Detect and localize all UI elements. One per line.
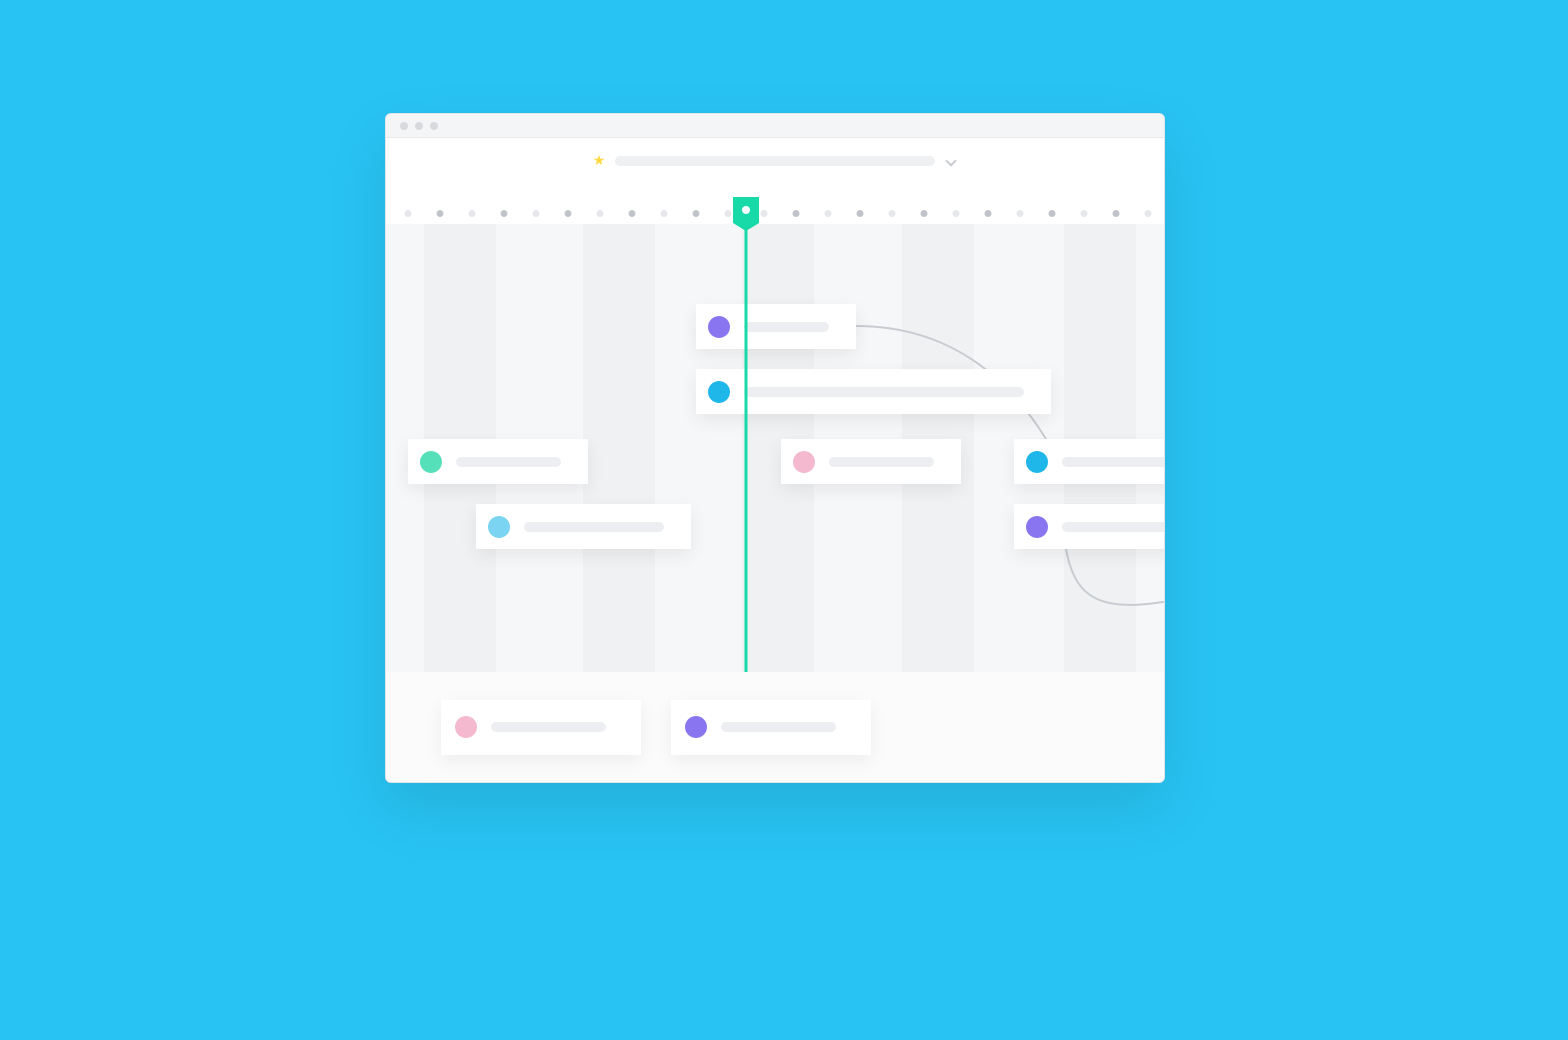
star-icon[interactable]: ★ xyxy=(593,153,606,167)
timeline-dot[interactable] xyxy=(693,210,700,217)
footer-tray xyxy=(386,672,1164,782)
window-close-dot[interactable] xyxy=(400,122,408,130)
timeline-dot[interactable] xyxy=(1049,210,1056,217)
chevron-down-icon[interactable] xyxy=(945,155,957,167)
card-title-placeholder xyxy=(524,522,664,532)
timeline-dot[interactable] xyxy=(533,210,540,217)
avatar xyxy=(455,716,477,738)
avatar xyxy=(420,451,442,473)
timeline-dot[interactable] xyxy=(1113,210,1120,217)
timeline-dot[interactable] xyxy=(565,210,572,217)
timeline-dot[interactable] xyxy=(825,210,832,217)
avatar xyxy=(685,716,707,738)
timeline-dot[interactable] xyxy=(629,210,636,217)
timeline-dot[interactable] xyxy=(1145,210,1152,217)
timeline-card[interactable] xyxy=(408,439,588,484)
timeline-dot[interactable] xyxy=(597,210,604,217)
current-time-marker[interactable] xyxy=(733,197,759,229)
avatar xyxy=(708,381,730,403)
window-chrome xyxy=(386,114,1164,138)
timeline-dot[interactable] xyxy=(793,210,800,217)
timeline-card[interactable] xyxy=(1014,439,1165,484)
card-title-placeholder xyxy=(744,322,829,332)
card-title-placeholder xyxy=(1062,522,1165,532)
browser-window: ★ xyxy=(385,113,1165,783)
timeline-card[interactable] xyxy=(476,504,691,549)
card-title-placeholder xyxy=(829,457,934,467)
timeline-ruler[interactable] xyxy=(386,206,1164,220)
timeline-dot[interactable] xyxy=(953,210,960,217)
card-title-placeholder xyxy=(744,387,1024,397)
window-zoom-dot[interactable] xyxy=(430,122,438,130)
timeline-dot[interactable] xyxy=(661,210,668,217)
avatar xyxy=(793,451,815,473)
avatar xyxy=(488,516,510,538)
avatar xyxy=(708,316,730,338)
avatar xyxy=(1026,516,1048,538)
card-title-placeholder xyxy=(1062,457,1165,467)
current-time-line xyxy=(745,229,748,679)
stage: ★ xyxy=(0,0,1568,1040)
timeline-dot[interactable] xyxy=(469,210,476,217)
timeline-card[interactable] xyxy=(696,369,1051,414)
timeline-dot[interactable] xyxy=(889,210,896,217)
timeline-card[interactable] xyxy=(1014,504,1165,549)
timeline-dot[interactable] xyxy=(437,210,444,217)
timeline-dot[interactable] xyxy=(985,210,992,217)
card-title-placeholder xyxy=(456,457,561,467)
timeline-dot[interactable] xyxy=(501,210,508,217)
timeline-dot[interactable] xyxy=(725,210,732,217)
card-title-placeholder xyxy=(491,722,606,732)
footer-card[interactable] xyxy=(671,700,871,755)
timeline-dot[interactable] xyxy=(405,210,412,217)
timeline-card[interactable] xyxy=(696,304,856,349)
timeline-dot[interactable] xyxy=(857,210,864,217)
timeline-card[interactable] xyxy=(781,439,961,484)
header-bar: ★ xyxy=(386,138,1164,183)
timeline-dot[interactable] xyxy=(761,210,768,217)
footer-card[interactable] xyxy=(441,700,641,755)
title-placeholder[interactable] xyxy=(615,156,935,166)
card-title-placeholder xyxy=(721,722,836,732)
timeline-dot[interactable] xyxy=(921,210,928,217)
avatar xyxy=(1026,451,1048,473)
timeline-dot[interactable] xyxy=(1017,210,1024,217)
timeline-dot[interactable] xyxy=(1081,210,1088,217)
window-minimize-dot[interactable] xyxy=(415,122,423,130)
